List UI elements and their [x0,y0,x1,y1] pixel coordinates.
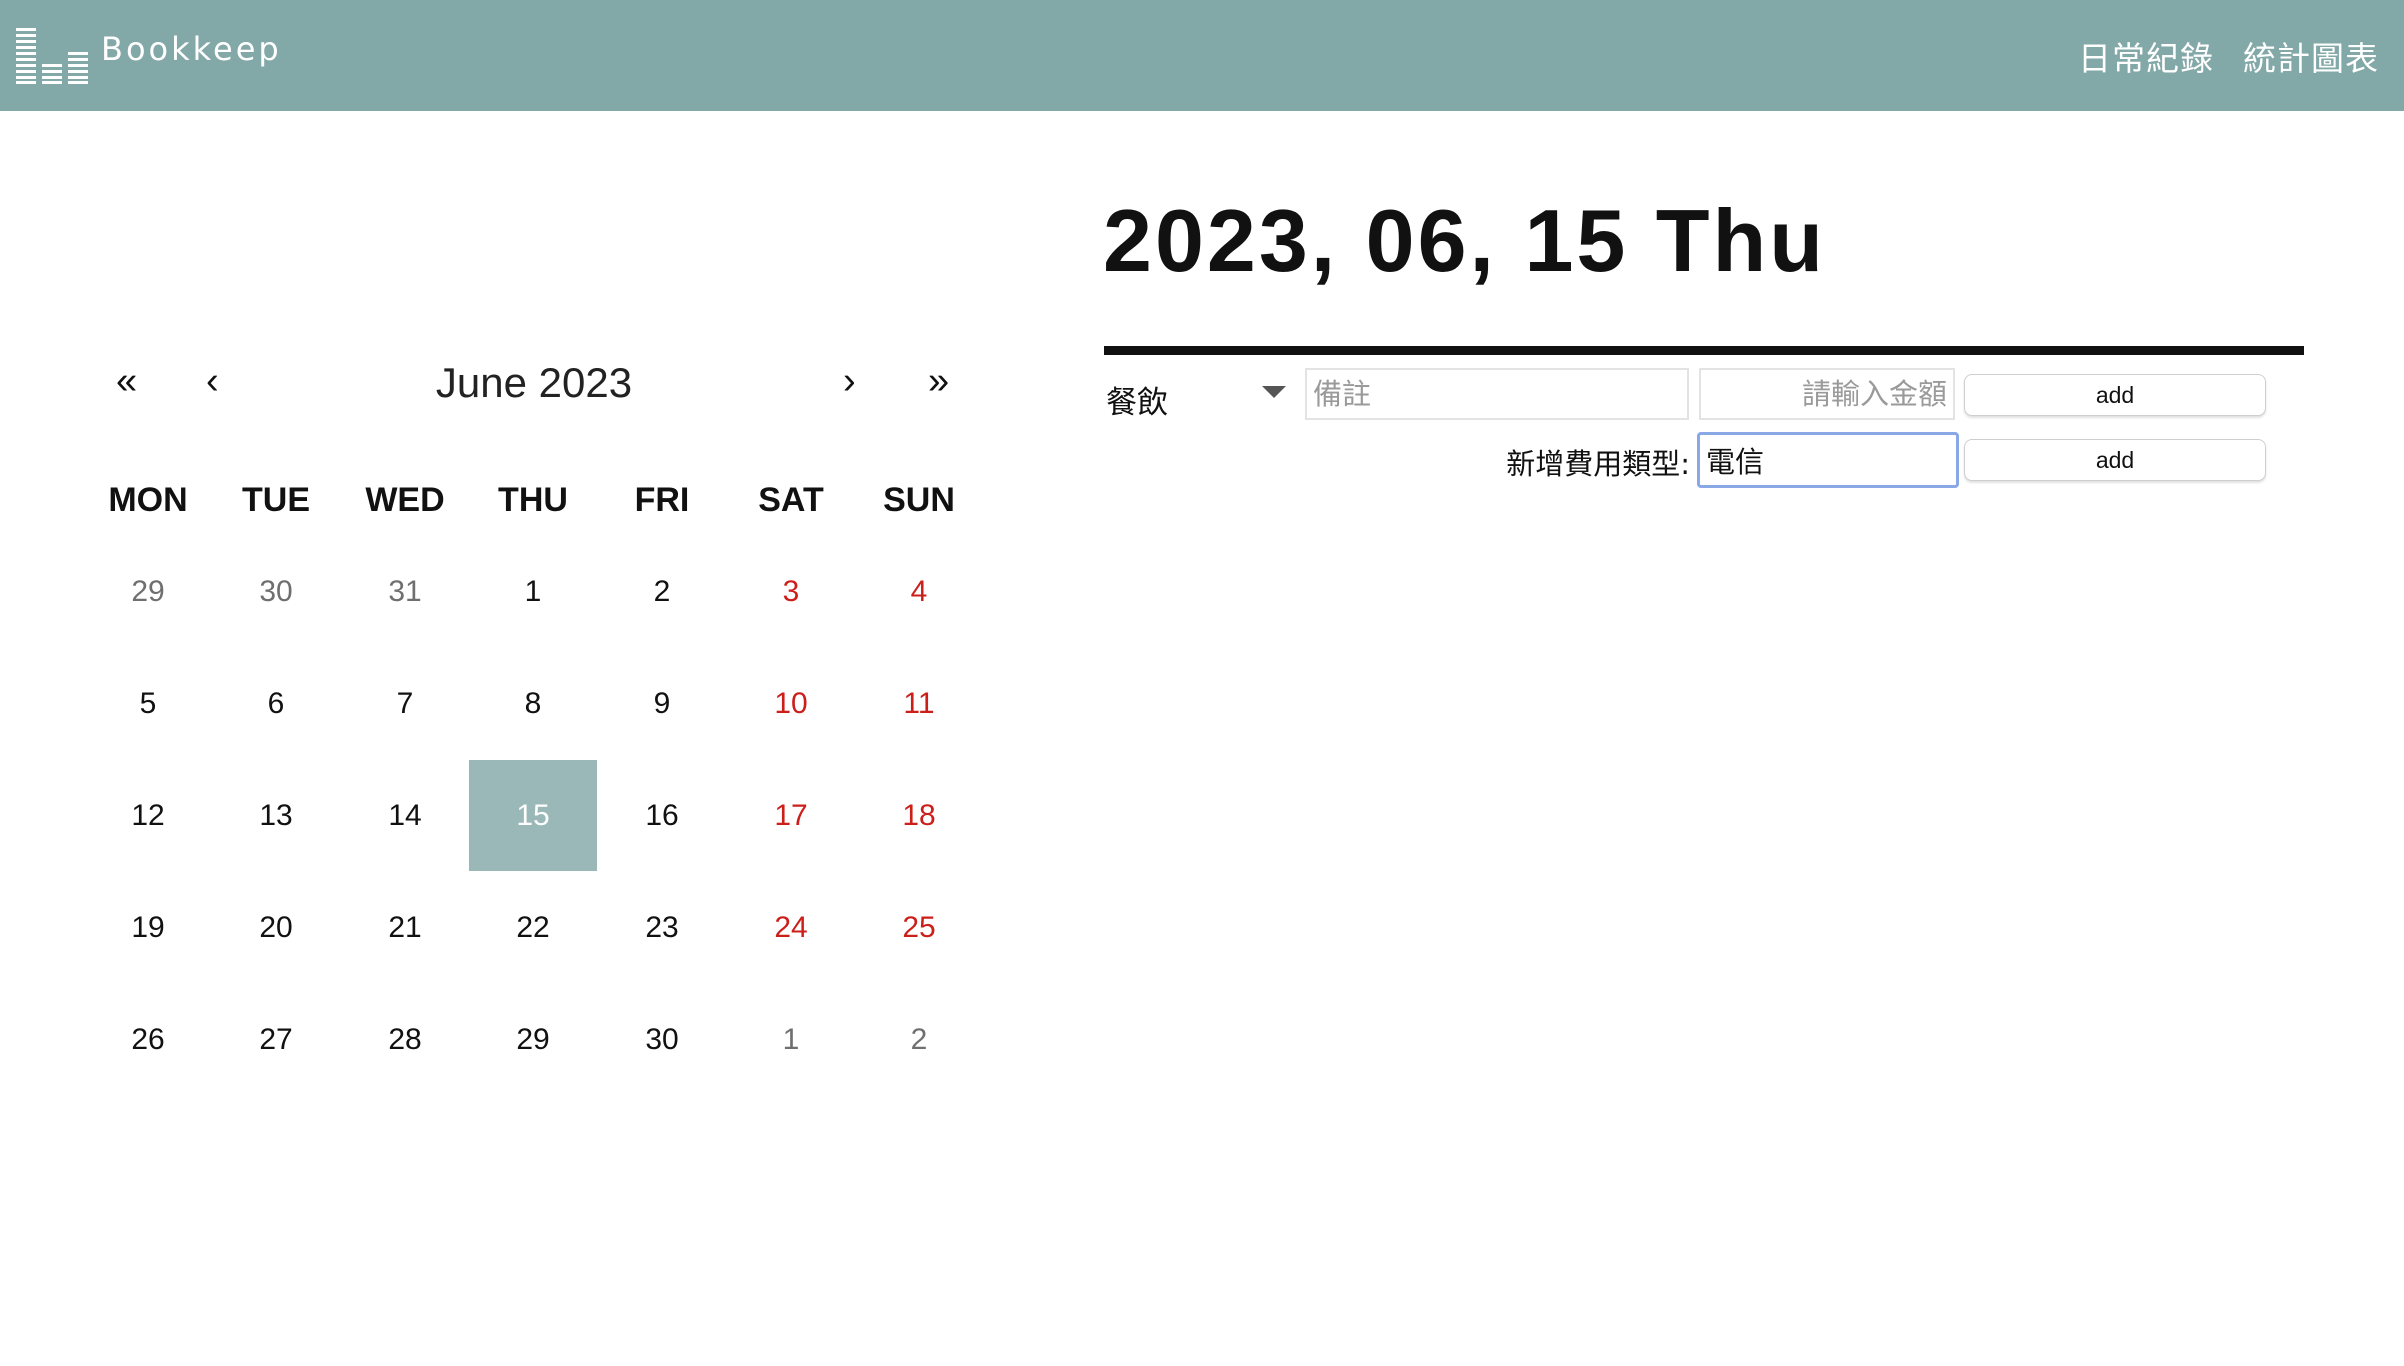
category-selected-value: 餐飲 [1106,385,1168,420]
top-navbar: Bookkeep 日常紀錄 統計圖表 [0,0,2404,111]
equalizer-bars-icon[interactable] [16,28,88,84]
weekday-header: THU [498,481,568,519]
note-input[interactable] [1305,368,1689,420]
amount-input[interactable] [1699,368,1955,420]
calendar-day[interactable]: 8 [469,648,597,759]
weekday-header: SUN [883,481,955,519]
heading-divider [1104,346,2304,355]
calendar-day[interactable]: 30 [212,536,340,647]
weekday-header: SAT [758,481,824,519]
new-category-label: 新增費用類型: [1506,447,1690,481]
next-year-button[interactable]: » [928,362,949,400]
caret-down-icon [1262,386,1286,398]
calendar-day[interactable]: 9 [598,648,726,759]
calendar-day[interactable]: 13 [212,760,340,871]
next-month-button[interactable]: › [843,362,856,400]
calendar-day-selected[interactable]: 15 [469,760,597,871]
calendar-day[interactable]: 12 [84,760,212,871]
calendar-day[interactable]: 7 [341,648,469,759]
weekday-header: MON [108,481,188,519]
calendar-day[interactable]: 19 [84,872,212,983]
calendar-day[interactable]: 24 [727,872,855,983]
calendar-day[interactable]: 30 [598,984,726,1095]
calendar-day[interactable]: 3 [727,536,855,647]
calendar-day[interactable]: 6 [212,648,340,759]
calendar-day[interactable]: 1 [469,536,597,647]
nav-statistics-charts[interactable]: 統計圖表 [2243,32,2379,80]
calendar-day[interactable]: 16 [598,760,726,871]
calendar-day[interactable]: 21 [341,872,469,983]
add-expense-button[interactable]: add [1964,374,2266,416]
calendar-day[interactable]: 28 [341,984,469,1095]
calendar-day[interactable]: 2 [855,984,983,1095]
calendar-day[interactable]: 14 [341,760,469,871]
calendar-day[interactable]: 22 [469,872,597,983]
new-category-input[interactable] [1697,432,1959,488]
calendar-day[interactable]: 18 [855,760,983,871]
calendar-day[interactable]: 25 [855,872,983,983]
prev-month-button[interactable]: ‹ [206,362,219,400]
weekday-header: FRI [634,481,690,519]
calendar-day[interactable]: 1 [727,984,855,1095]
add-category-button[interactable]: add [1964,439,2266,481]
category-select[interactable]: 餐飲 [1104,368,1290,420]
calendar-day[interactable]: 23 [598,872,726,983]
calendar-day[interactable]: 17 [727,760,855,871]
weekday-header: TUE [242,481,310,519]
prev-year-button[interactable]: « [116,362,137,400]
calendar-day[interactable]: 2 [598,536,726,647]
calendar-day[interactable]: 20 [212,872,340,983]
calendar-day[interactable]: 29 [84,536,212,647]
calendar-day[interactable]: 10 [727,648,855,759]
weekday-header: WED [365,481,445,519]
calendar-day[interactable]: 5 [84,648,212,759]
calendar-day[interactable]: 27 [212,984,340,1095]
nav-daily-records[interactable]: 日常紀錄 [2078,32,2214,80]
brand-name[interactable]: Bookkeep [101,30,282,68]
calendar-day[interactable]: 29 [469,984,597,1095]
calendar-day[interactable]: 11 [855,648,983,759]
calendar-month-title[interactable]: June 2023 [380,362,688,404]
calendar-day[interactable]: 31 [341,536,469,647]
calendar-day[interactable]: 4 [855,536,983,647]
calendar-day[interactable]: 26 [84,984,212,1095]
selected-date-heading: 2023, 06, 15 Thu [1103,191,1827,290]
